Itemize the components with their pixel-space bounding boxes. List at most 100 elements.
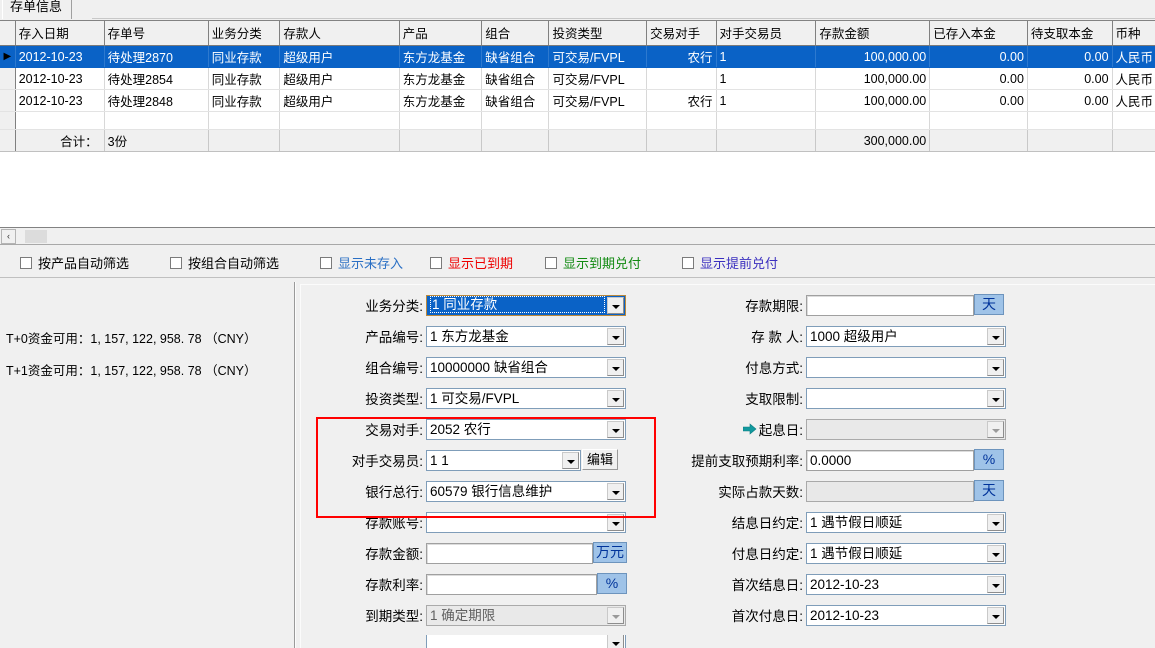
chevron-down-icon[interactable] (987, 358, 1004, 376)
text-input[interactable] (426, 573, 597, 595)
row-marker[interactable] (0, 67, 16, 90)
chevron-down-icon[interactable] (607, 327, 624, 345)
deposit-term-input[interactable] (806, 294, 974, 316)
unit-button-percent-right[interactable]: % (974, 449, 1004, 470)
column-header-3[interactable]: 存款人 (279, 21, 400, 46)
chevron-down-icon[interactable] (607, 606, 624, 624)
column-header-4[interactable]: 产品 (399, 21, 483, 46)
maturity-type-combo[interactable]: 1 确定期限 (426, 604, 626, 626)
row-marker[interactable] (0, 89, 16, 112)
chevron-down-icon[interactable] (562, 451, 579, 469)
combo-box[interactable]: 1 确定期限 (426, 604, 626, 626)
column-header-12[interactable]: 币种 (1112, 21, 1155, 46)
chevron-down-icon[interactable] (987, 389, 1004, 407)
chevron-down-icon[interactable] (607, 482, 624, 500)
scroll-left-arrow-icon[interactable]: ‹ (1, 229, 16, 244)
portfolio-code-combo[interactable]: 10000000 缺省组合 (426, 356, 626, 378)
withdrawal-restriction-combo[interactable] (806, 387, 1006, 409)
first-settlement-date-combo[interactable]: 2012-10-23 (806, 573, 1006, 595)
chevron-down-icon[interactable] (607, 420, 624, 438)
checkbox-show-matured[interactable]: 显示已到期 (430, 253, 513, 272)
deposit-account-combo[interactable] (426, 511, 626, 533)
value-date-combo[interactable] (806, 418, 1006, 440)
scrollbar-thumb[interactable] (25, 230, 47, 243)
interest-date-rule-combo[interactable]: 1 遇节假日顺延 (806, 542, 1006, 564)
combo-box[interactable]: 1000 超级用户 (806, 325, 1006, 347)
column-header-0[interactable]: 存入日期 (15, 21, 105, 46)
deposit-amount-input[interactable] (426, 542, 593, 564)
chevron-down-icon[interactable] (987, 327, 1004, 345)
tab-deposit-info[interactable]: 存单信息 (2, 0, 73, 19)
unit-button-days[interactable]: 天 (974, 294, 1004, 315)
checkbox-auto-filter-portfolio[interactable]: 按组合自动筛选 (170, 253, 279, 272)
first-interest-date-combo[interactable]: 2012-10-23 (806, 604, 1006, 626)
business-type-combo[interactable]: 1 同业存款 (426, 294, 626, 316)
chevron-down-icon[interactable] (607, 513, 624, 531)
unit-button-wan-yuan[interactable]: 万元 (593, 542, 627, 563)
chevron-down-icon[interactable] (987, 420, 1004, 438)
column-header-1[interactable]: 存单号 (104, 21, 209, 46)
checkbox-show-early-payment[interactable]: 显示提前兑付 (682, 253, 778, 272)
checkbox-box-icon[interactable] (430, 256, 442, 269)
combo-box[interactable] (426, 635, 626, 648)
checkbox-box-icon[interactable] (320, 256, 332, 269)
product-code-combo[interactable]: 1 东方龙基金 (426, 325, 626, 347)
combo-box[interactable]: 1 东方龙基金 (426, 325, 626, 347)
checkbox-box-icon[interactable] (682, 256, 694, 269)
text-input[interactable]: 0.0000 (806, 449, 974, 471)
grid-horizontal-scrollbar[interactable]: ‹ (0, 228, 1155, 245)
chevron-down-icon[interactable] (987, 544, 1004, 562)
combo-box[interactable] (806, 418, 1006, 440)
investment-type-combo[interactable]: 1 可交易/FVPL (426, 387, 626, 409)
column-header-7[interactable]: 交易对手 (646, 21, 717, 46)
combo-box[interactable]: 1 遇节假日顺延 (806, 542, 1006, 564)
deposit-rate-input[interactable] (426, 573, 597, 595)
edit-trader-button[interactable]: 编辑 (582, 449, 618, 470)
early-withdrawal-rate-input[interactable]: 0.0000 (806, 449, 974, 471)
counterparty-trader-combo[interactable]: 1 1 (426, 449, 581, 471)
combo-box[interactable]: 60579 银行信息维护 (426, 480, 626, 502)
column-header-5[interactable]: 组合 (481, 21, 550, 46)
table-row[interactable]: 2012-10-23 待处理2848 同业存款 超级用户 东方龙基金 缺省组合 … (0, 89, 1155, 112)
checkbox-show-not-deposited[interactable]: 显示未存入 (320, 253, 403, 272)
actual-occupancy-days-input[interactable] (806, 480, 974, 502)
combo-box[interactable]: 2052 农行 (426, 418, 626, 440)
combo-box[interactable]: 10000000 缺省组合 (426, 356, 626, 378)
column-header-9[interactable]: 存款金额 (815, 21, 931, 46)
checkbox-box-icon[interactable] (20, 256, 32, 269)
bank-head-office-combo[interactable]: 60579 银行信息维护 (426, 480, 626, 502)
checkbox-box-icon[interactable] (170, 256, 182, 269)
row-marker[interactable]: ▶ (0, 45, 16, 68)
column-header-10[interactable]: 已存入本金 (929, 21, 1028, 46)
chevron-down-icon[interactable] (607, 296, 624, 314)
column-header-2[interactable]: 业务分类 (208, 21, 281, 46)
column-header-11[interactable]: 待支取本金 (1027, 21, 1113, 46)
combo-box[interactable]: 1 可交易/FVPL (426, 387, 626, 409)
chevron-down-icon[interactable] (607, 389, 624, 407)
combo-box[interactable]: 1 1 (426, 449, 581, 471)
chevron-down-icon[interactable] (607, 358, 624, 376)
checkbox-show-maturity-payment[interactable]: 显示到期兑付 (545, 253, 641, 272)
bottom-cut-combo[interactable] (426, 635, 626, 648)
text-input[interactable] (426, 542, 593, 564)
unit-button-days-2[interactable]: 天 (974, 480, 1004, 501)
chevron-down-icon[interactable] (987, 606, 1004, 624)
combo-box[interactable] (426, 511, 626, 533)
settlement-date-rule-combo[interactable]: 1 遇节假日顺延 (806, 511, 1006, 533)
chevron-down-icon[interactable] (607, 635, 624, 648)
interest-payment-method-combo[interactable] (806, 356, 1006, 378)
column-header-8[interactable]: 对手交易员 (716, 21, 817, 46)
text-input[interactable] (806, 294, 974, 316)
chevron-down-icon[interactable] (987, 513, 1004, 531)
combo-box[interactable] (806, 356, 1006, 378)
table-row[interactable]: 2012-10-23 待处理2854 同业存款 超级用户 东方龙基金 缺省组合 … (0, 67, 1155, 90)
chevron-down-icon[interactable] (987, 575, 1004, 593)
counterparty-combo[interactable]: 2052 农行 (426, 418, 626, 440)
combo-box[interactable]: 2012-10-23 (806, 604, 1006, 626)
checkbox-auto-filter-product[interactable]: 按产品自动筛选 (20, 253, 129, 272)
combo-box[interactable] (806, 387, 1006, 409)
combo-box[interactable]: 1 遇节假日顺延 (806, 511, 1006, 533)
column-header-6[interactable]: 投资类型 (548, 21, 648, 46)
depositor-combo[interactable]: 1000 超级用户 (806, 325, 1006, 347)
checkbox-box-icon[interactable] (545, 256, 557, 269)
